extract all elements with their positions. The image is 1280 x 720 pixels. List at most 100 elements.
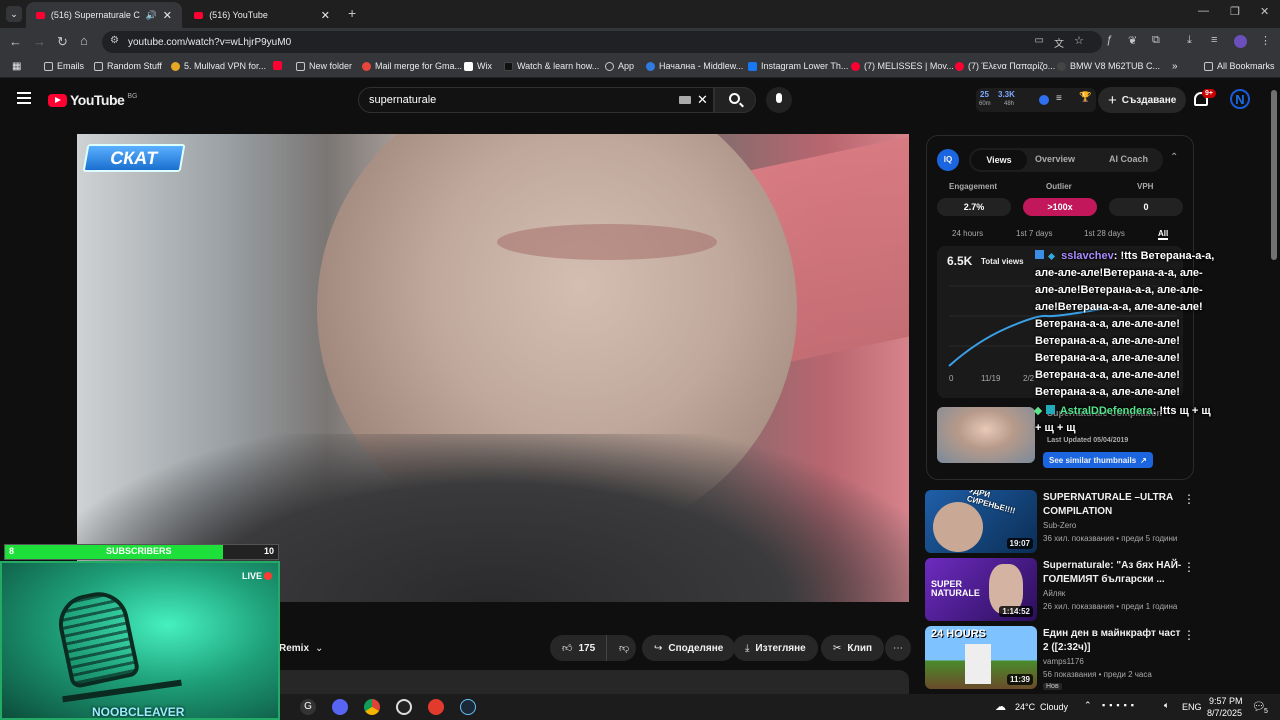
install-icon[interactable]: ▭ [1035,35,1044,46]
bookmark-middleware[interactable]: Начална - Middlew... [646,61,743,71]
range-first-7-days[interactable]: 1st 7 days [1016,229,1052,238]
home-icon[interactable]: ⌂ [80,33,88,48]
copilot-icon[interactable]: G [300,699,316,715]
recommendation-meta: 56 показвания • преди 2 часа [1043,670,1152,679]
folder-icon [296,61,305,71]
chrome-icon[interactable] [364,699,380,715]
reload-icon[interactable]: ↻ [57,34,68,50]
bookmark-random-stuff[interactable]: Random Stuff [94,61,162,71]
bookmark-app[interactable]: App [605,61,634,71]
clock-date[interactable]: 8/7/2025 [1207,708,1242,718]
video-duration: 1:14:52 [999,606,1033,617]
tab-overview[interactable]: Overview [1035,154,1075,164]
create-button[interactable]: + Създаване [1098,87,1187,113]
bookmark-star-icon[interactable]: ☆ [1074,34,1084,47]
video-player[interactable]: СКАТ [77,134,909,602]
apps-grid-icon[interactable]: ▦ [12,61,21,72]
address-bar[interactable]: ⚙ youtube.com/watch?v=wLhjrP9yuM0 ▭ 文 ☆ [102,31,1102,53]
clip-button[interactable]: ✂ Клип [821,635,885,661]
forward-icon[interactable]: → [33,34,46,49]
folder-icon [1204,61,1213,71]
extensions-puzzle-icon[interactable]: ⧉ [1152,34,1160,47]
recommendation-item[interactable]: УДРИ СИРЕНЬЕ!!!! 19:07 SUPERNATURALE –UL… [925,490,1225,554]
close-window-icon[interactable]: ✕ [1260,5,1269,18]
reading-list-icon[interactable]: ≡ [1211,34,1217,46]
chevron-down-icon: ⌄ [315,642,324,654]
volume-icon[interactable]: 🔈︎ [1164,700,1169,711]
dislike-button[interactable]: 👎︎ [606,635,636,661]
download-icon[interactable]: ⤓ [1187,34,1192,47]
obs-icon[interactable] [396,699,412,715]
thumbnail-caption: SUPER NATURALE [931,579,980,598]
range-all[interactable]: All [1158,229,1169,240]
vidiq-header-stats[interactable]: 25 60m 3.3K 48h ≡ 🏆 [976,88,1096,112]
profile-icon[interactable] [1234,35,1247,48]
scissors-icon: ✂ [833,642,842,654]
bookmark-youtube-red[interactable] [273,61,282,70]
bookmark-new-folder[interactable]: New folder [296,61,352,71]
bookmark-mullvad[interactable]: 5. Mullvad VPN for... [171,61,266,71]
clock-time[interactable]: 9:57 PM [1209,696,1243,706]
subscriber-current: 8 [9,546,15,556]
weather-cloud-icon: ☁ [995,701,1006,713]
language-indicator[interactable]: ENG [1182,702,1202,712]
game-launcher-icon[interactable] [428,699,444,715]
restore-icon[interactable]: ❐ [1230,5,1240,18]
hamburger-menu-icon[interactable] [17,92,31,104]
tray-chevron-icon[interactable]: ⌃ [1084,700,1092,711]
recommendation-item[interactable]: 24 HOURS 11:39 Един ден в майнкрафт част… [925,626,1225,690]
search-input[interactable]: supernaturale ✕ [358,87,714,113]
download-button[interactable]: ⤓ Изтегляне [733,635,818,661]
new-tab-icon[interactable]: + [348,5,356,21]
tab-ai-coach[interactable]: AI Coach [1109,154,1148,164]
search-button[interactable] [714,87,756,113]
similar-thumbnails-button[interactable]: See similar thumbnails ↗ [1043,452,1153,468]
minimize-icon[interactable]: — [1198,5,1209,17]
bookmark-instagram-lower[interactable]: Instagram Lower Th... [748,61,848,71]
steam-icon[interactable] [460,699,476,715]
tab-youtube[interactable]: (516) YouTube ✕ [184,2,340,28]
tab-close-icon[interactable]: ✕ [163,9,172,22]
bookmark-emails[interactable]: Emails [44,61,84,71]
bookmark-bmw[interactable]: BMW V8 M62TUB C... [1057,61,1160,71]
thumbnail-caption: 24 HOURS [931,628,987,640]
tray-icons[interactable]: ▪▪▪▪▪ [1102,700,1138,710]
bookmark-elena[interactable]: (7) Έλενα Παπαρίζο... [955,61,1055,71]
translate-icon[interactable]: 文 [1054,35,1064,50]
extension-fx-icon[interactable]: ƒ [1106,34,1112,46]
recommendation-channel: vamps1176 [1043,657,1084,666]
recommendation-item[interactable]: SUPER NATURALE 1:14:52 Supernaturale: "А… [925,558,1225,622]
page-scrollbar[interactable] [1271,90,1277,260]
speaker-icon[interactable]: 🔊 [146,10,157,21]
more-options-icon[interactable]: ⋮ [1183,628,1195,642]
bookmark-mail-merge[interactable]: Mail merge for Gma... [362,61,462,71]
clear-search-icon[interactable]: ✕ [697,92,708,108]
back-icon[interactable]: ← [9,34,22,49]
tab-close-icon[interactable]: ✕ [321,9,330,22]
voice-search-button[interactable] [766,87,792,113]
more-horizontal-icon: ⋯ [893,642,903,654]
more-options-icon[interactable]: ⋮ [1183,560,1195,574]
avatar[interactable]: N [1230,89,1250,109]
extension-icon[interactable]: ❦ [1128,34,1137,47]
more-actions-button[interactable]: ⋯ [885,635,911,661]
bookmark-all[interactable]: All Bookmarks [1204,61,1275,71]
share-button[interactable]: ↪ Споделяне [642,635,736,661]
collapse-chevron-icon[interactable]: ⌃ [1170,152,1178,163]
range-first-28-days[interactable]: 1st 28 days [1084,229,1125,238]
site-info-icon[interactable]: ⚙ [110,35,119,46]
bookmark-watch-learn[interactable]: Watch & learn how... [504,61,599,71]
range-24h[interactable]: 24 hours [952,229,983,238]
like-button[interactable]: 👍︎ 175 [550,635,606,661]
bookmarks-overflow-icon[interactable]: » [1172,61,1178,72]
bookmark-melisses[interactable]: (7) MELISSES | Mov... [851,61,954,71]
tab-search-icon[interactable]: ⌄ [6,6,22,22]
keyboard-icon[interactable] [679,96,691,104]
bookmark-wix[interactable]: Wix [464,61,492,71]
more-options-icon[interactable]: ⋮ [1183,492,1195,506]
menu-kebab-icon[interactable]: ⋮ [1260,34,1271,47]
discord-icon[interactable] [332,699,348,715]
tab-supernaturale[interactable]: (516) Supernaturale Compil 🔊 ✕ [26,2,182,28]
youtube-logo[interactable]: YouTube BG [48,92,137,108]
tab-views[interactable]: Views [971,150,1027,170]
